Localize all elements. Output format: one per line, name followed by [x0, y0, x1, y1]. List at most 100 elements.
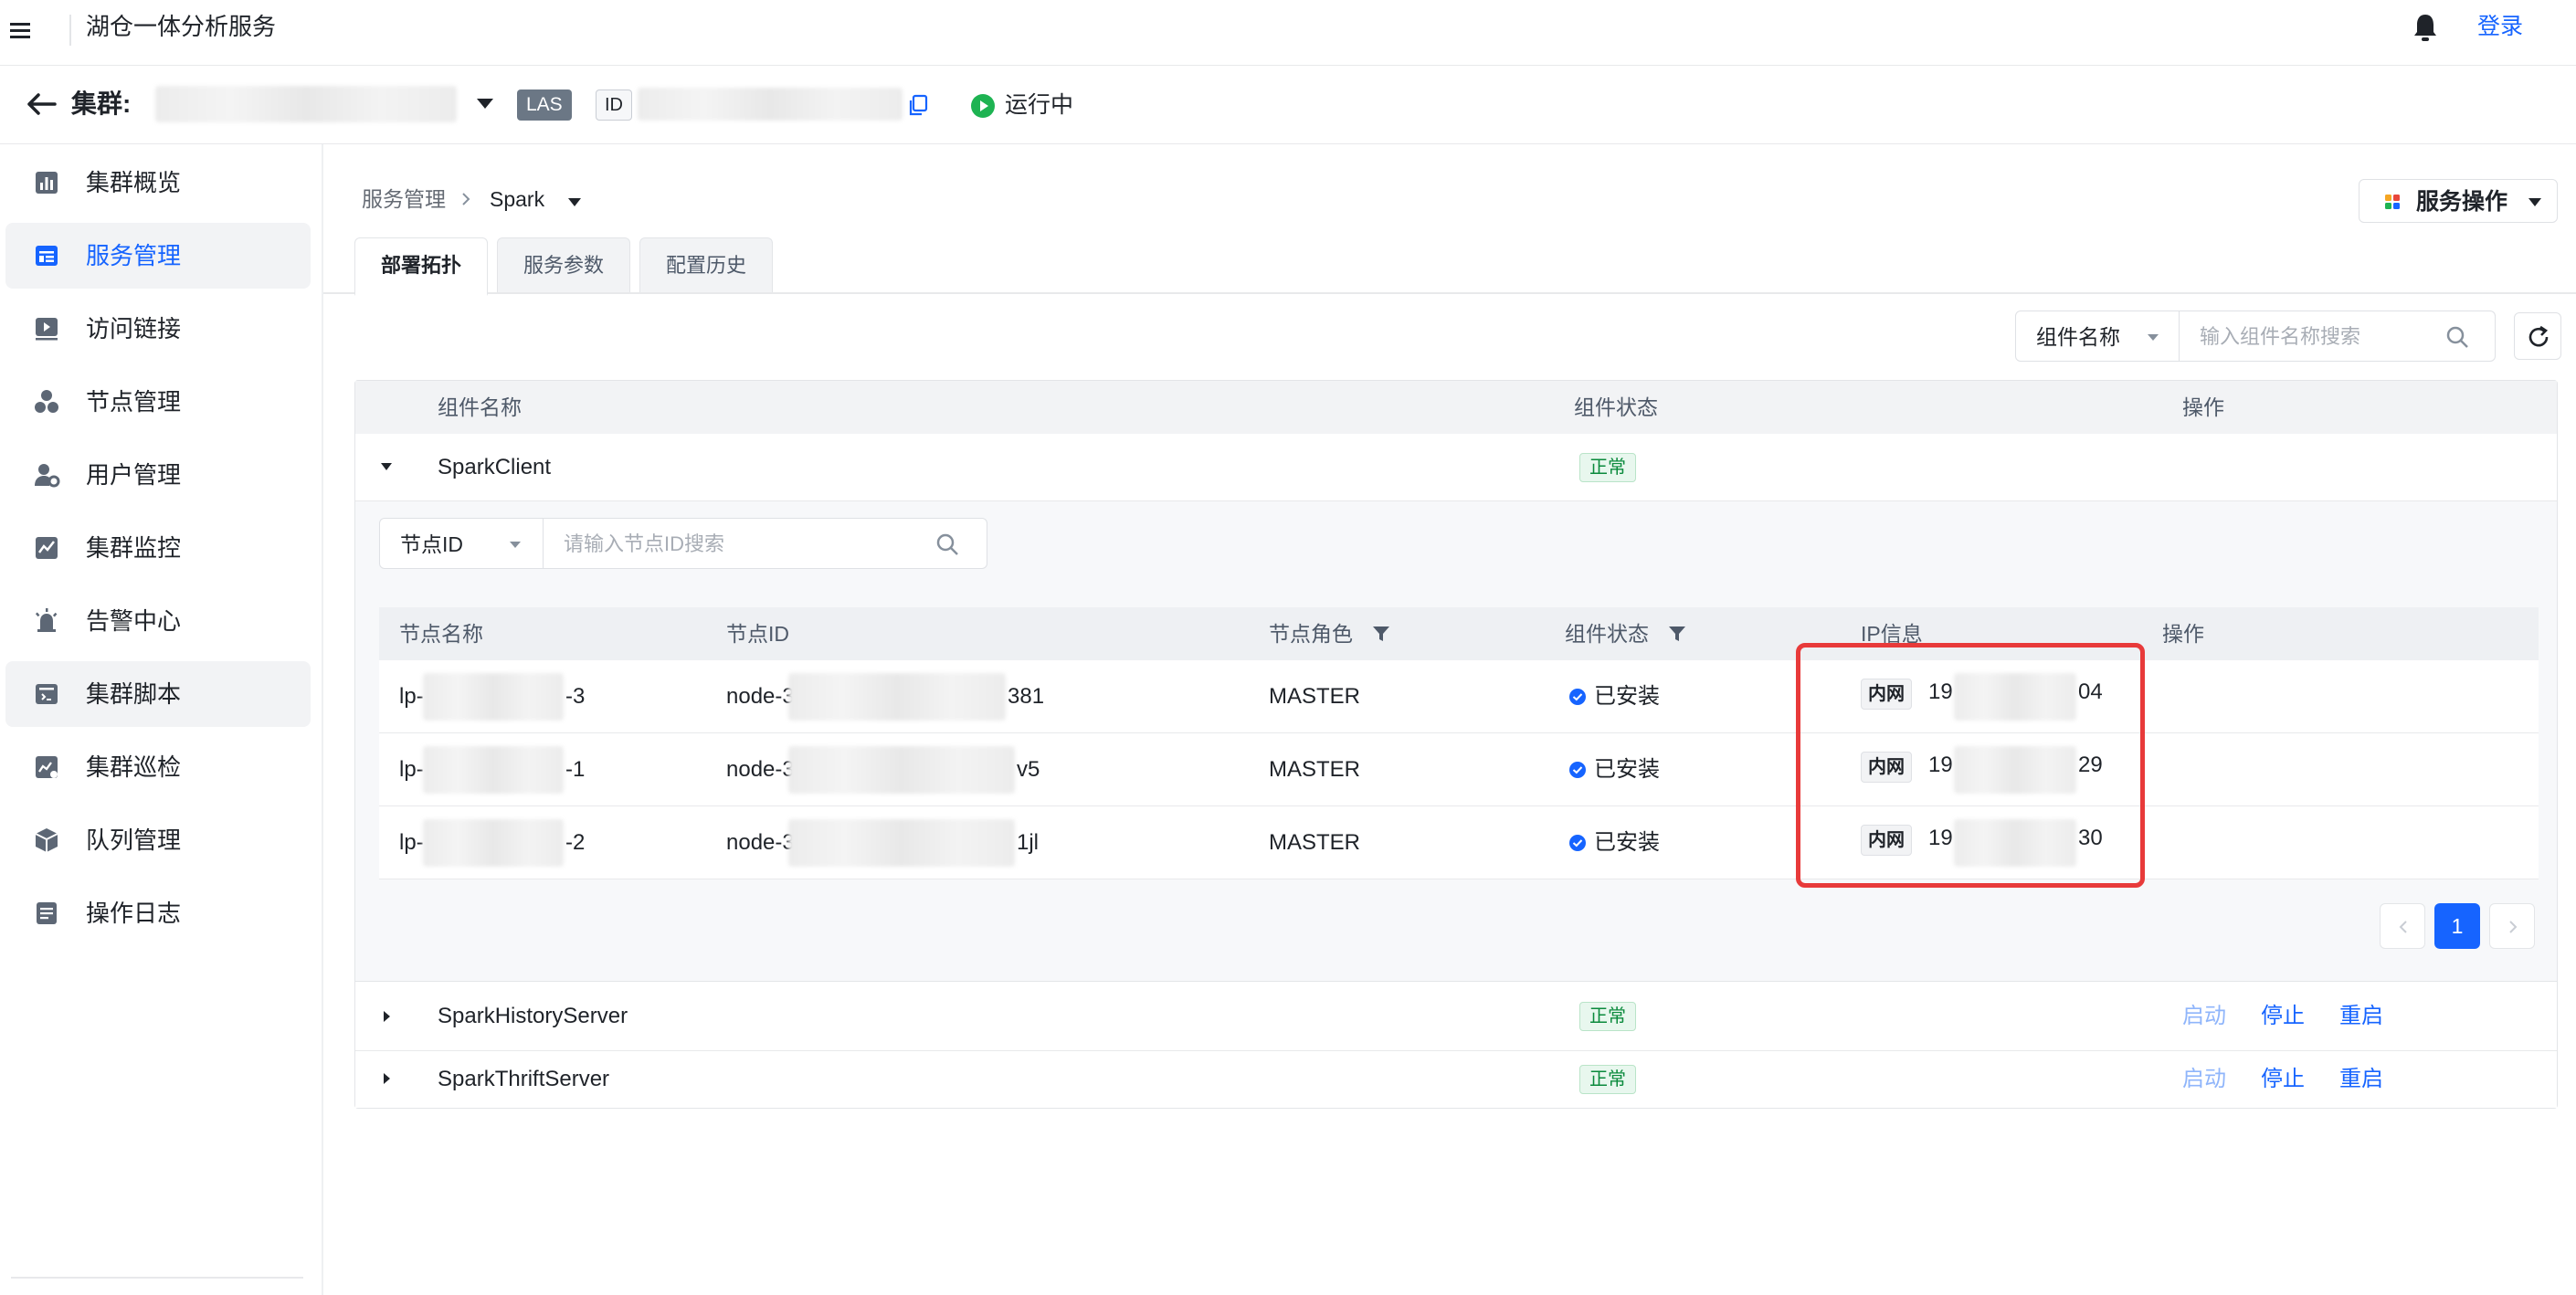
install-status: 已安装	[1594, 684, 1660, 709]
user-settings-icon	[33, 461, 60, 489]
monitor-chart-icon	[33, 534, 60, 562]
filter-icon[interactable]	[1371, 624, 1391, 644]
chevron-right-icon	[2509, 921, 2518, 933]
top-divider	[69, 15, 71, 46]
breadcrumb-parent[interactable]: 服务管理	[362, 184, 446, 214]
queue-cube-icon	[33, 826, 60, 854]
node-role: MASTER	[1269, 684, 1361, 709]
sidebar-item-label: 访问链接	[86, 315, 182, 342]
bell-icon[interactable]	[2410, 11, 2441, 44]
component-filter-select[interactable]: 组件名称	[2015, 311, 2180, 362]
back-arrow-icon[interactable]	[26, 88, 58, 121]
refresh-button[interactable]	[2514, 312, 2561, 360]
sidebar-item-label: 集群监控	[86, 534, 182, 562]
sidebar-item-alarm-center[interactable]: 告警中心	[5, 588, 311, 654]
restart-button[interactable]: 重启	[2339, 1064, 2383, 1095]
sidebar-item-cluster-inspection[interactable]: 集群巡检	[5, 734, 311, 800]
hamburger-menu-icon[interactable]	[7, 16, 35, 44]
copy-icon[interactable]	[906, 93, 930, 117]
chevron-down-icon	[2144, 328, 2162, 346]
node-search-input[interactable]	[562, 528, 927, 561]
ip-suffix: 29	[2078, 753, 2103, 777]
component-search-box	[2180, 311, 2496, 362]
sidebar-item-node-management[interactable]: 节点管理	[5, 369, 311, 435]
sidebar-item-cluster-monitoring[interactable]: 集群监控	[5, 515, 311, 581]
table-row: lp- -3 node-3 381 MASTER 已安装 内网 19 04	[379, 660, 2539, 733]
service-dropdown-caret-icon[interactable]	[565, 192, 585, 212]
column-header-component-name: 组件名称	[438, 395, 522, 419]
chevron-down-icon	[2526, 193, 2544, 211]
component-table-header: 组件名称 组件状态 操作	[355, 381, 2557, 434]
sidebar-item-label: 队列管理	[86, 826, 182, 854]
node-id-redacted	[788, 746, 1015, 794]
sidebar-item-queue-management[interactable]: 队列管理	[5, 807, 311, 873]
stop-button[interactable]: 停止	[2261, 1001, 2305, 1032]
node-name-suffix: -1	[565, 757, 586, 782]
node-id-suffix: 1jl	[1017, 830, 1040, 855]
pagination-current-page[interactable]: 1	[2434, 903, 2480, 949]
search-icon[interactable]	[2444, 324, 2470, 350]
node-id-prefix: node-3	[726, 757, 795, 782]
sidebar-item-cluster-overview[interactable]: 集群概览	[5, 150, 311, 216]
service-grid-icon	[33, 242, 60, 269]
running-status-icon	[970, 93, 996, 119]
node-filter-select[interactable]: 节点ID	[379, 518, 544, 569]
sidebar-item-operation-log[interactable]: 操作日志	[5, 880, 311, 946]
stop-button[interactable]: 停止	[2261, 1064, 2305, 1095]
node-name-prefix: lp-	[399, 684, 424, 709]
sidebar-item-service-management[interactable]: 服务管理	[5, 223, 311, 289]
service-operations-label: 服务操作	[2416, 189, 2508, 215]
start-button[interactable]: 启动	[2182, 1064, 2226, 1095]
table-row[interactable]: SparkClient 正常	[355, 434, 2557, 501]
filter-icon[interactable]	[1667, 624, 1687, 644]
status-badge: 正常	[1579, 1065, 1636, 1094]
table-row[interactable]: SparkThriftServer 正常 启动 停止 重启	[355, 1051, 2557, 1108]
chart-bar-icon	[33, 169, 60, 196]
node-name-redacted	[423, 746, 564, 794]
sidebar-item-label: 用户管理	[86, 461, 182, 489]
top-bar: 湖仓一体分析服务 登录	[0, 0, 2576, 66]
check-circle-icon	[1568, 688, 1587, 706]
breadcrumb-current[interactable]: Spark	[490, 184, 544, 214]
ip-redacted	[1954, 673, 2076, 721]
inspection-icon	[33, 753, 60, 781]
restart-button[interactable]: 重启	[2339, 1001, 2383, 1032]
column-header-actions: 操作	[2182, 395, 2224, 419]
install-status: 已安装	[1594, 757, 1660, 782]
sidebar-item-label: 操作日志	[86, 900, 182, 927]
tab-config-history[interactable]: 配置历史	[639, 237, 773, 294]
table-row[interactable]: SparkHistoryServer 正常 启动 停止 重启	[355, 982, 2557, 1051]
node-table: 节点名称 节点ID 节点角色 组件状态 IP信息 操作 lp- -3 node-…	[379, 607, 2539, 879]
node-name-suffix: -3	[565, 684, 586, 709]
sidebar-item-label: 服务管理	[86, 242, 182, 269]
node-name-suffix: -2	[565, 830, 586, 855]
tab-deployment-topology[interactable]: 部署拓扑	[354, 237, 488, 296]
sidebar-item-cluster-scripts[interactable]: 集群脚本	[5, 661, 311, 727]
login-link[interactable]: 登录	[2477, 11, 2523, 42]
cluster-id-redacted	[638, 88, 903, 121]
search-icon[interactable]	[934, 532, 960, 557]
cluster-type-badge: LAS	[517, 89, 572, 121]
component-name: SparkHistoryServer	[438, 1004, 628, 1028]
check-circle-icon	[1568, 834, 1587, 852]
ip-prefix: 19	[1928, 753, 1953, 777]
sidebar: 集群概览 服务管理 访问链接 节点管理 用户管理 集群监控 告警中心 集群脚本 …	[0, 144, 323, 1295]
caret-right-icon[interactable]	[377, 1007, 396, 1026]
caret-down-icon[interactable]	[377, 458, 396, 476]
pagination-prev-button[interactable]	[2380, 903, 2425, 949]
start-button[interactable]: 启动	[2182, 1001, 2226, 1032]
chevron-left-icon	[2399, 921, 2407, 933]
caret-right-icon[interactable]	[377, 1069, 396, 1088]
column-header-node-role: 节点角色	[1269, 622, 1353, 646]
sidebar-item-user-management[interactable]: 用户管理	[5, 442, 311, 508]
node-table-header: 节点名称 节点ID 节点角色 组件状态 IP信息 操作	[379, 607, 2539, 660]
ip-redacted	[1954, 819, 2076, 867]
cluster-label: 集群:	[71, 89, 132, 118]
pagination-next-button[interactable]	[2489, 903, 2535, 949]
node-id-prefix: node-3	[726, 684, 795, 709]
tab-service-parameters[interactable]: 服务参数	[497, 237, 630, 294]
service-operations-button[interactable]: 服务操作	[2359, 179, 2558, 223]
cluster-dropdown-caret-icon[interactable]	[473, 91, 497, 115]
component-search-input[interactable]	[2198, 321, 2435, 353]
sidebar-item-access-links[interactable]: 访问链接	[5, 296, 311, 362]
